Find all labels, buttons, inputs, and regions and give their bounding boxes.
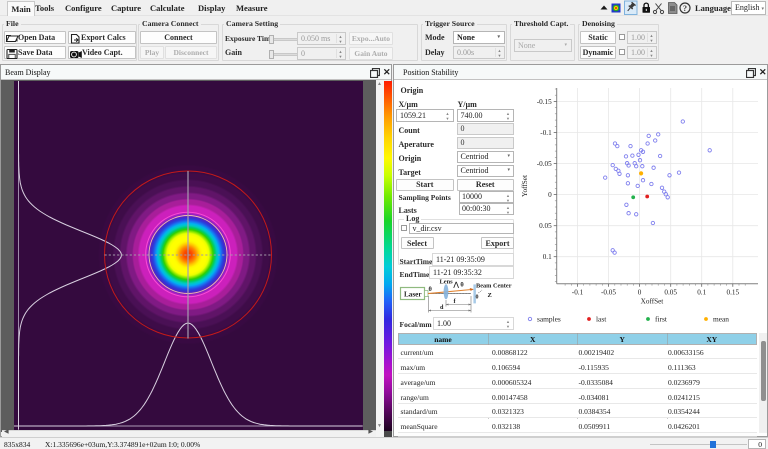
svg-text:samples: samples (537, 315, 561, 324)
svg-text:0.1: 0.1 (543, 253, 552, 261)
svg-text:XoffSet: XoffSet (641, 298, 664, 306)
svg-text:0.05: 0.05 (664, 288, 677, 296)
svg-text:0.1: 0.1 (697, 288, 706, 296)
svg-text:first: first (655, 315, 668, 324)
svg-text:-0.1: -0.1 (540, 129, 552, 137)
svg-text:mean: mean (713, 315, 729, 324)
svg-text:0.15: 0.15 (727, 288, 740, 296)
svg-text:0.05: 0.05 (539, 222, 552, 230)
svg-text:0: 0 (638, 288, 642, 296)
svg-text:0: 0 (548, 191, 552, 199)
svg-text:-0.1: -0.1 (572, 288, 584, 296)
svg-text:-0.05: -0.05 (537, 160, 552, 168)
svg-text:last: last (596, 315, 607, 324)
svg-text:-0.15: -0.15 (537, 98, 552, 106)
svg-text:-0.05: -0.05 (601, 288, 616, 296)
svg-text:YoffSet: YoffSet (521, 175, 529, 197)
